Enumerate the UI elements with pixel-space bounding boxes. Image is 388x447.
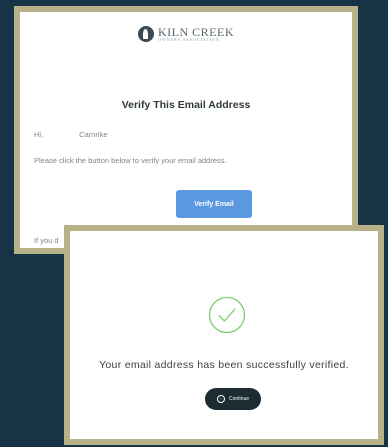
- footer-text: If you d: [34, 236, 59, 245]
- heron-logo-icon: [138, 26, 154, 42]
- email-heading: Verify This Email Address: [121, 99, 251, 111]
- recipient-name: Carnrike: [79, 130, 108, 139]
- continue-button[interactable]: › Continue: [205, 388, 261, 410]
- association-logo: KILN CREEK OWNERS ASSOCIATION: [20, 26, 352, 42]
- check-circle-icon: [208, 296, 246, 334]
- verify-email-button[interactable]: Verify Email: [176, 190, 252, 218]
- success-body: Your email address has been successfully…: [70, 231, 378, 439]
- verification-success-card: Your email address has been successfully…: [64, 225, 384, 445]
- verification-email-card: KILN CREEK OWNERS ASSOCIATION Verify Thi…: [14, 6, 358, 254]
- arrow-right-circle-icon: ›: [216, 395, 225, 403]
- success-message: Your email address has been successfully…: [99, 359, 349, 371]
- continue-label: Continue: [228, 396, 249, 402]
- email-body: KILN CREEK OWNERS ASSOCIATION Verify Thi…: [20, 12, 352, 248]
- instruction-text: Please click the button below to verify …: [34, 156, 227, 165]
- greeting: Hi,: [34, 130, 44, 139]
- logo-text: KILN CREEK OWNERS ASSOCIATION: [158, 26, 234, 42]
- greeting-line: Hi, Carnrike: [34, 130, 108, 139]
